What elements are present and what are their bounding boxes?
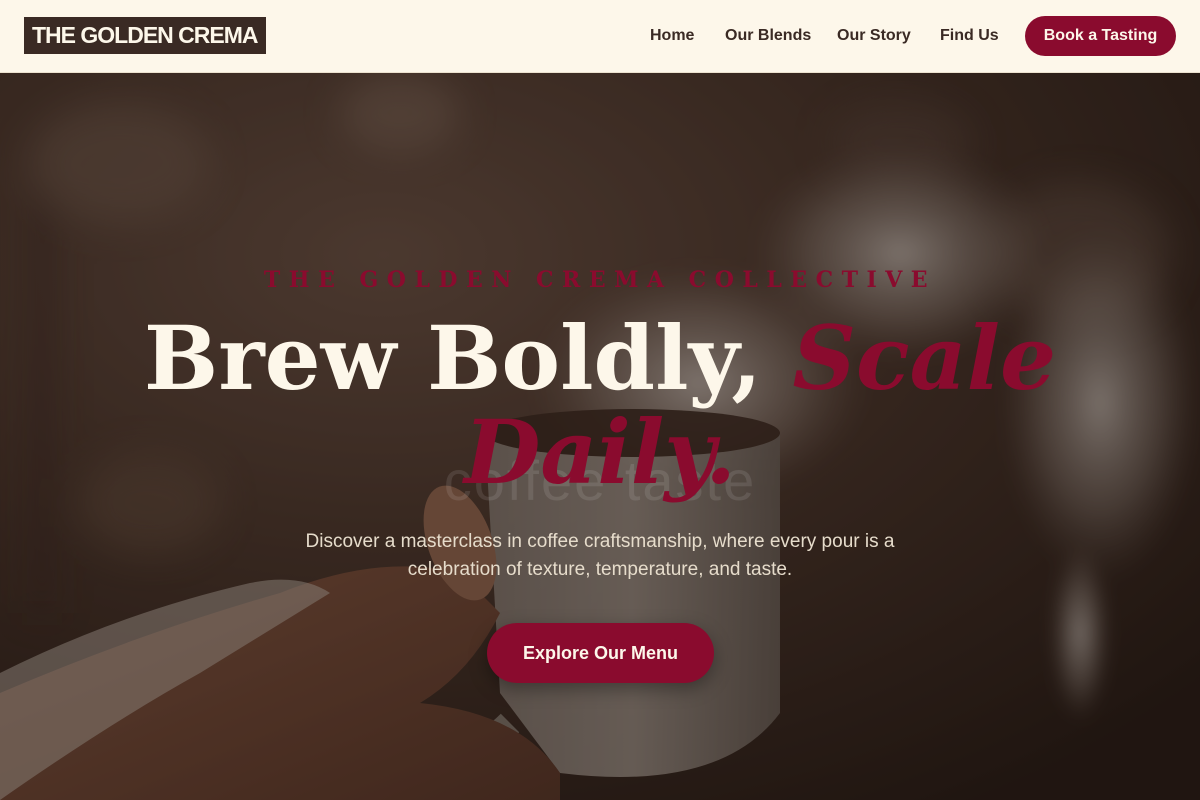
book-tasting-button[interactable]: Book a Tasting	[1025, 16, 1176, 56]
site-header: THE GOLDEN CREMA Home Our Blends Our Sto…	[0, 0, 1200, 73]
hero-subtitle: Discover a masterclass in coffee craftsm…	[305, 531, 895, 580]
hero-headline-plain: Brew Boldly,	[143, 306, 793, 410]
hero-section: THE GOLDEN CREMA COLLECTIVE coffee taste…	[0, 73, 1200, 800]
explore-menu-button[interactable]: Explore Our Menu	[487, 623, 714, 683]
nav-link-our-blends[interactable]: Our Blends	[725, 27, 811, 45]
nav-link-home[interactable]: Home	[650, 27, 694, 45]
nav-link-our-story[interactable]: Our Story	[837, 27, 911, 45]
brand-logo[interactable]: THE GOLDEN CREMA	[24, 17, 266, 54]
hero-headline: Brew Boldly, Scale Daily.	[0, 311, 1200, 499]
nav-link-find-us[interactable]: Find Us	[940, 27, 999, 45]
hero-eyebrow: THE GOLDEN CREMA COLLECTIVE	[263, 267, 937, 293]
